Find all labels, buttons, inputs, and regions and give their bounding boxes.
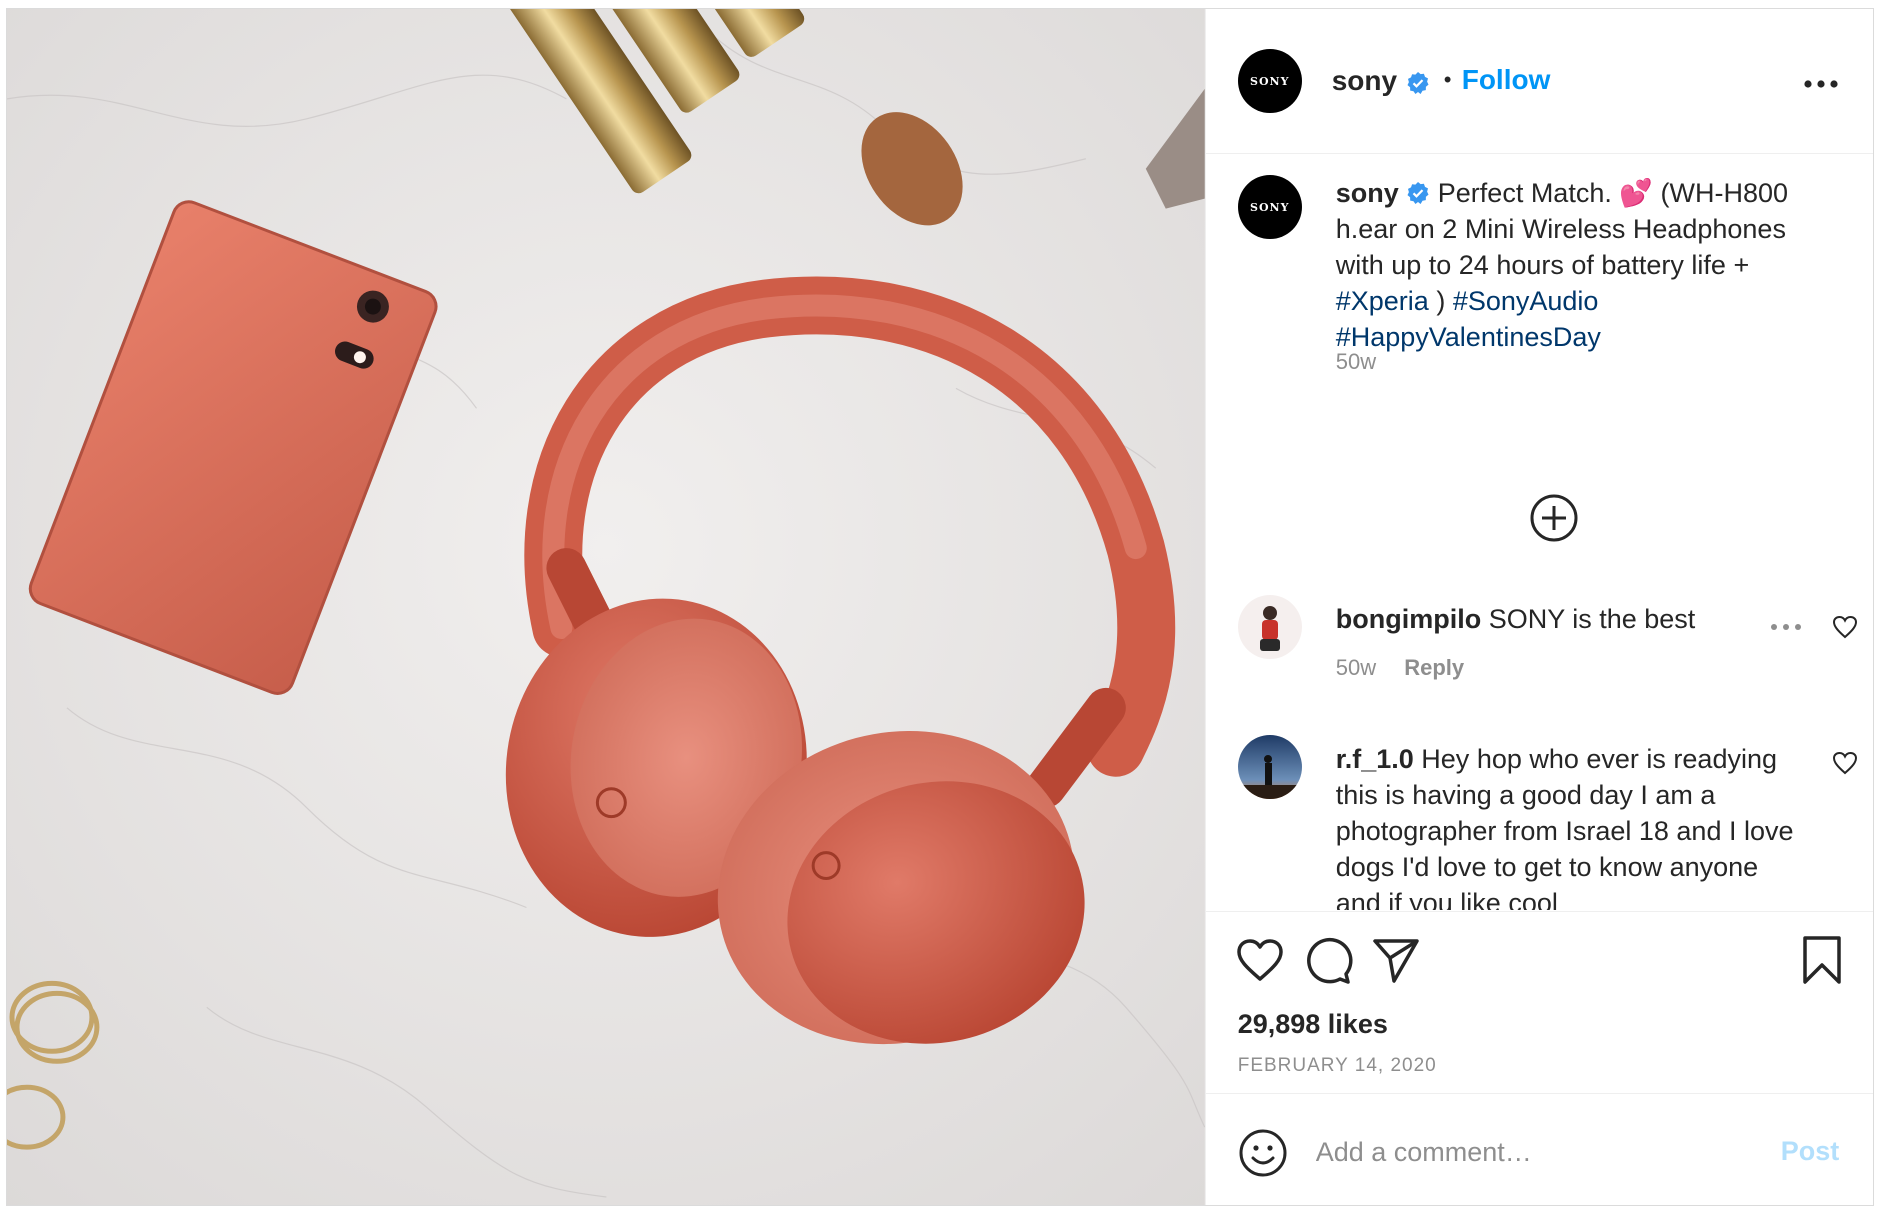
comment-text: r.f_1.0 Hey hop who ever is readying thi… bbox=[1336, 741, 1796, 910]
caption-body: ) bbox=[1436, 286, 1446, 316]
post-actions: 29,898 likes FEBRUARY 14, 2020 bbox=[1205, 911, 1873, 1091]
comment-like-heart-icon[interactable] bbox=[1832, 751, 1858, 775]
hashtag-link[interactable]: #SonyAudio bbox=[1453, 286, 1599, 316]
comment-text: bongimpilo SONY is the best bbox=[1336, 601, 1836, 637]
caption-body: Perfect Match. bbox=[1437, 178, 1612, 208]
comment-body: SONY is the best bbox=[1488, 604, 1696, 634]
avatar-logo-text: SONY bbox=[1250, 200, 1290, 214]
post-comment-button[interactable]: Post bbox=[1781, 1136, 1840, 1167]
account-username[interactable]: sony bbox=[1332, 65, 1397, 97]
bookmark-icon[interactable] bbox=[1796, 934, 1848, 986]
more-options-icon[interactable] bbox=[1803, 79, 1839, 89]
hashtag-link[interactable]: #Xperia bbox=[1336, 286, 1429, 316]
comment-username[interactable]: bongimpilo bbox=[1336, 604, 1481, 634]
comment-timestamp[interactable]: 50w bbox=[1336, 655, 1376, 680]
comment-like-heart-icon[interactable] bbox=[1832, 615, 1858, 639]
avatar-image bbox=[1237, 595, 1302, 659]
follow-button[interactable]: Follow bbox=[1462, 64, 1551, 96]
emoji-icon[interactable] bbox=[1238, 1128, 1288, 1178]
caption-text: sony Perfect Match. 💕 (WH-H800 h.ear on … bbox=[1336, 175, 1836, 355]
post-header: SONY sony • Follow bbox=[1205, 9, 1873, 154]
separator-dot: • bbox=[1443, 67, 1452, 92]
avatar-image bbox=[1237, 735, 1302, 799]
comment-more-icon[interactable] bbox=[1770, 623, 1802, 631]
load-more-comments-icon[interactable] bbox=[1529, 493, 1579, 543]
post-photo[interactable] bbox=[7, 9, 1205, 1205]
caption-timestamp[interactable]: 50w bbox=[1336, 349, 1376, 374]
comment-meta: 50w Reply bbox=[1336, 655, 1464, 681]
headphones-photo bbox=[7, 9, 1205, 1205]
reply-button[interactable]: Reply bbox=[1404, 655, 1464, 680]
like-heart-icon[interactable] bbox=[1234, 934, 1286, 986]
comment-username[interactable]: r.f_1.0 bbox=[1336, 744, 1414, 774]
avatar-logo-text: SONY bbox=[1250, 74, 1290, 88]
caption-username[interactable]: sony bbox=[1336, 178, 1399, 208]
verified-badge-icon bbox=[1407, 182, 1429, 204]
caption-avatar[interactable]: SONY bbox=[1237, 175, 1302, 239]
comment-icon[interactable] bbox=[1302, 934, 1354, 986]
caption-emoji: 💕 bbox=[1619, 178, 1653, 208]
likes-count[interactable]: 29,898 likes bbox=[1238, 1009, 1388, 1040]
comments-list[interactable]: SONY sony Perfect Match. 💕 (WH-H800 h.ea… bbox=[1206, 155, 1873, 910]
post-date[interactable]: FEBRUARY 14, 2020 bbox=[1238, 1055, 1437, 1077]
comment-composer: Post bbox=[1205, 1093, 1873, 1207]
commenter-avatar[interactable] bbox=[1237, 595, 1302, 659]
comment-input[interactable] bbox=[1315, 1122, 1756, 1182]
verified-badge-icon bbox=[1407, 72, 1429, 94]
post-details-panel: SONY sony • Follow SONY sony Perfect Mat… bbox=[1204, 9, 1873, 1207]
account-avatar[interactable]: SONY bbox=[1237, 49, 1302, 113]
post-card: SONY sony • Follow SONY sony Perfect Mat… bbox=[6, 8, 1874, 1206]
caption-meta: 50w bbox=[1336, 349, 1376, 375]
hashtag-link[interactable]: #HappyValentinesDay bbox=[1336, 322, 1601, 352]
share-icon[interactable] bbox=[1370, 934, 1422, 986]
commenter-avatar[interactable] bbox=[1237, 735, 1302, 799]
